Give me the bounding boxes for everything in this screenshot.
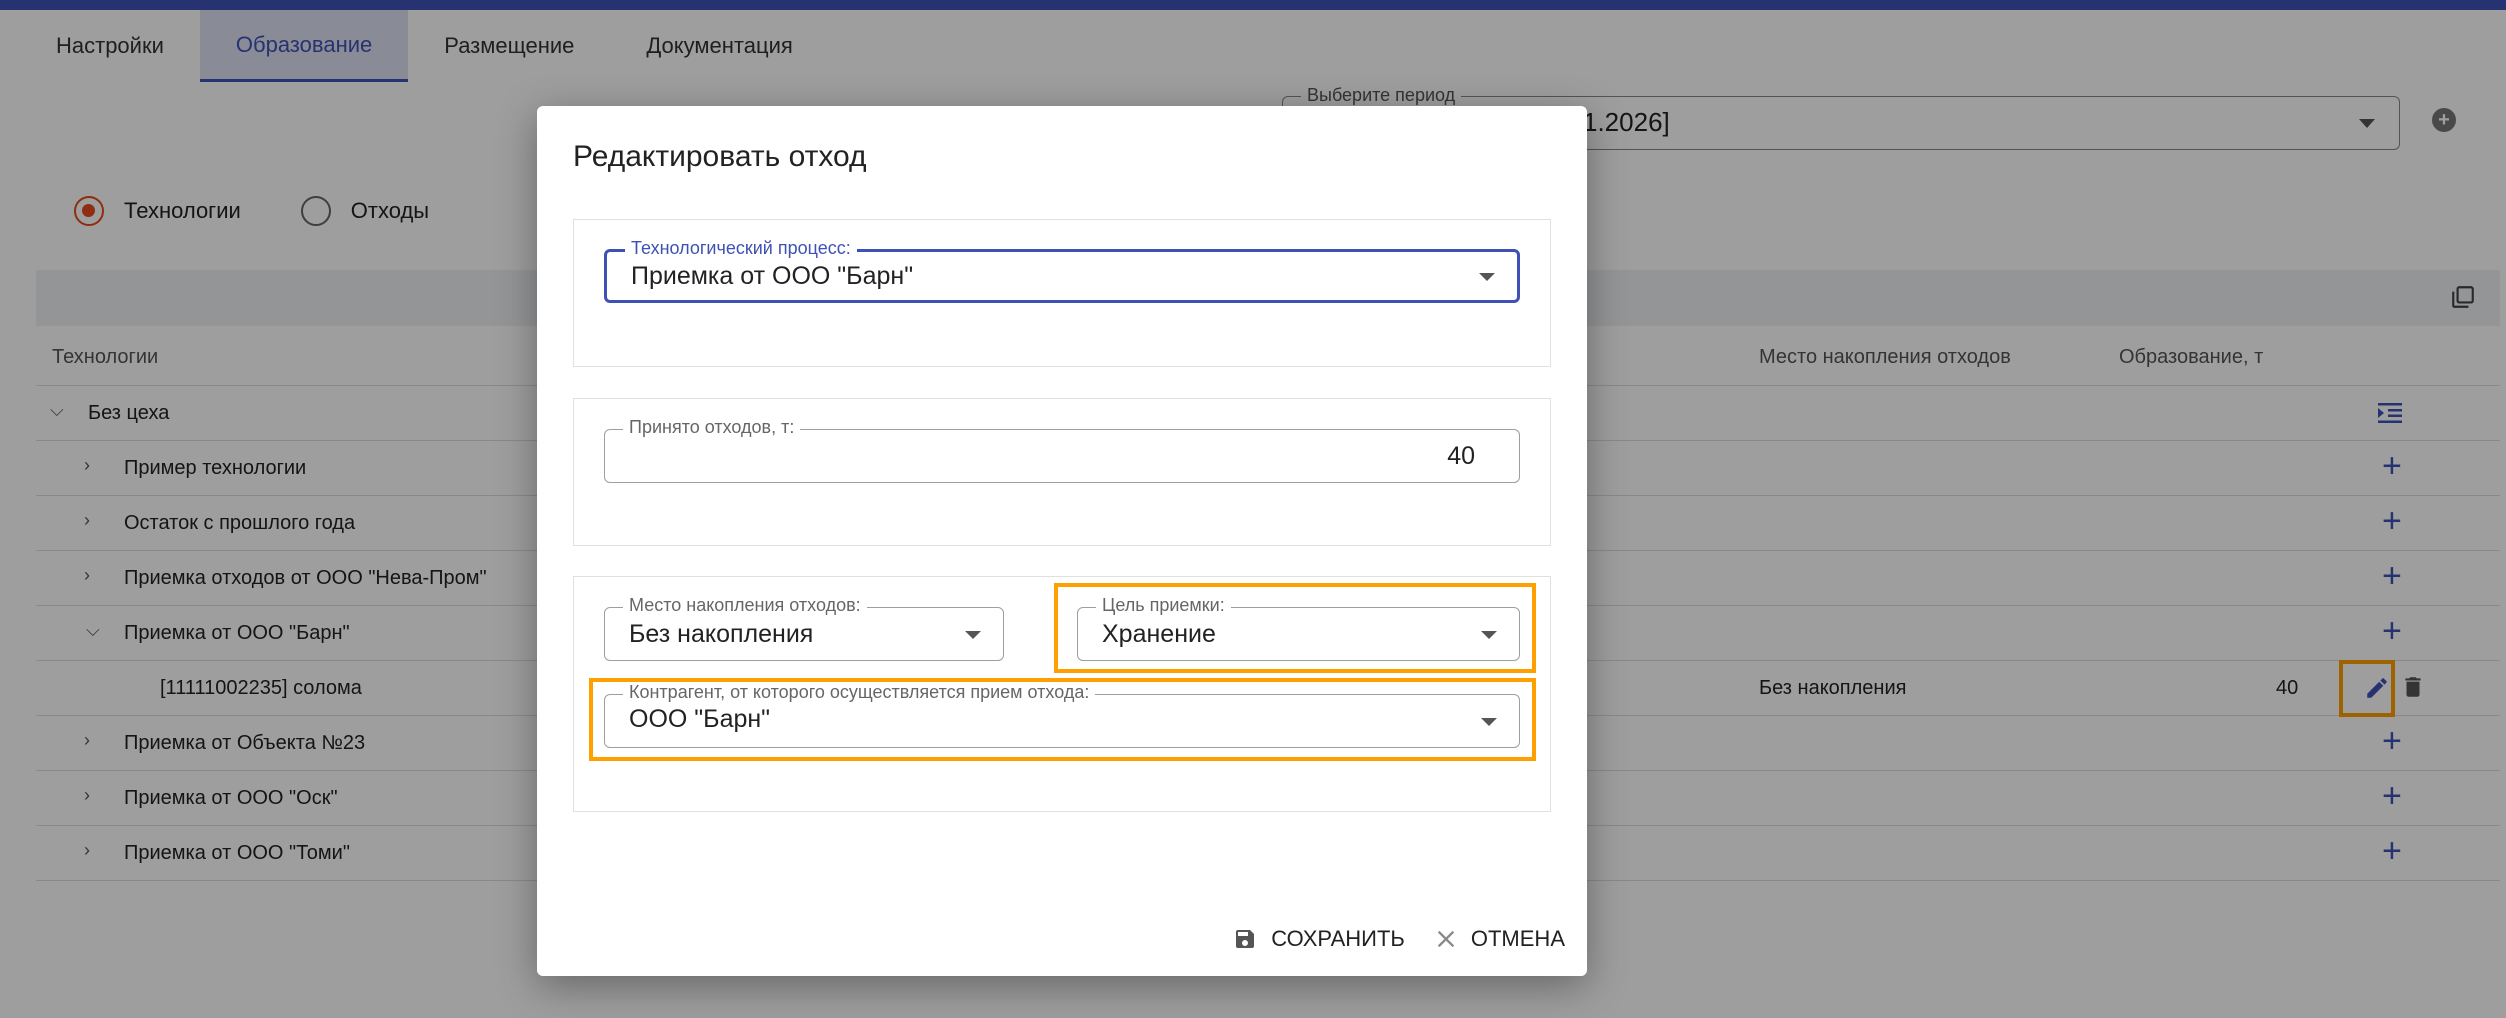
accepted-value: 40 [1447, 442, 1475, 470]
accepted-section: Принято отходов, т: 40 [573, 398, 1551, 546]
cancel-label: ОТМЕНА [1470, 926, 1565, 951]
dialog-actions: СОХРАНИТЬ ОТМЕНА [1203, 926, 1565, 952]
process-select[interactable]: Технологический процесс: Приемка от ООО … [604, 238, 1520, 303]
process-section: Технологический процесс: Приемка от ООО … [573, 219, 1551, 367]
save-label: СОХРАНИТЬ [1271, 926, 1405, 951]
cancel-button[interactable]: ОТМЕНА [1435, 926, 1565, 952]
floppy-disk-icon [1236, 930, 1255, 948]
accumulation-place-value: Без накопления [629, 620, 814, 648]
accumulation-place-label: Место накопления отходов: [623, 595, 867, 616]
close-icon [1437, 930, 1455, 948]
accepted-input[interactable]: Принято отходов, т: 40 [604, 417, 1520, 483]
process-value: Приемка от ООО "Барн" [631, 262, 914, 290]
accepted-label: Принято отходов, т: [623, 417, 801, 438]
dialog-title: Редактировать отход [573, 140, 867, 173]
goal-highlight [1054, 583, 1536, 673]
edit-waste-dialog: Редактировать отход Технологический проц… [537, 106, 1587, 976]
chevron-down-icon [1479, 273, 1495, 281]
counterparty-highlight [589, 678, 1536, 761]
chevron-down-icon [965, 631, 981, 639]
details-section: Место накопления отходов: Без накопления… [573, 576, 1551, 812]
save-button[interactable]: СОХРАНИТЬ [1233, 926, 1405, 952]
process-label: Технологический процесс: [625, 238, 857, 259]
accumulation-place-select[interactable]: Место накопления отходов: Без накопления [604, 595, 1004, 661]
